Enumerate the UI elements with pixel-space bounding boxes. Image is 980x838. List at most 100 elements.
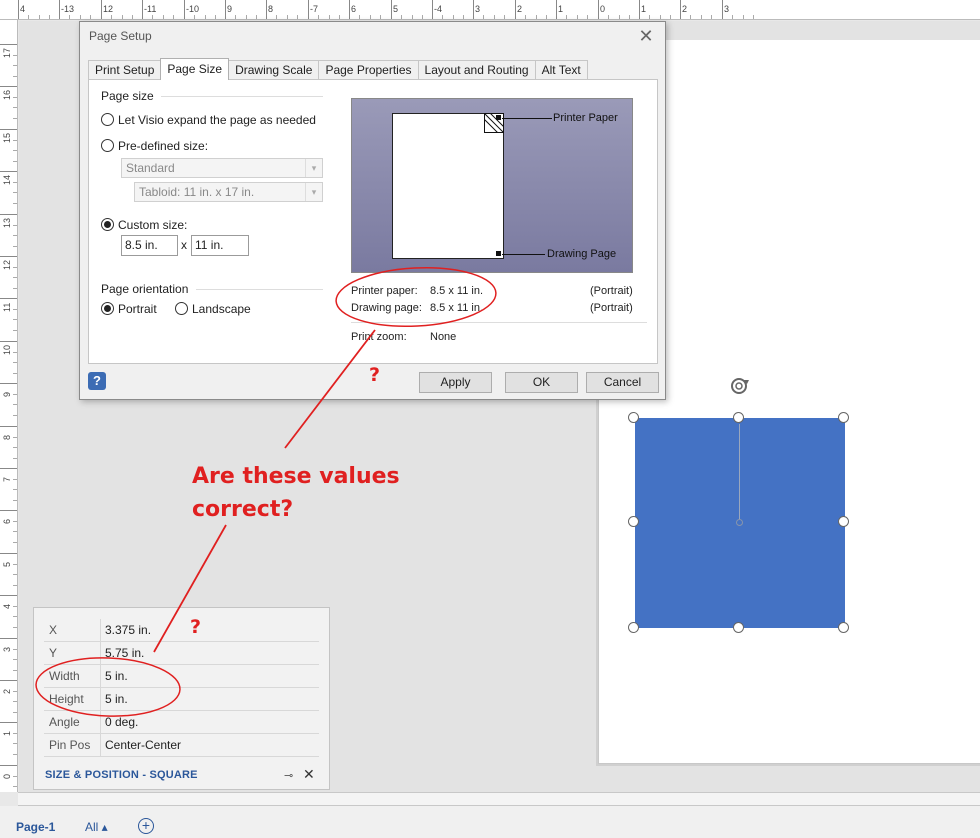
sp-value[interactable]: 5.75 in. [105, 646, 144, 660]
custom-size-separator: x [181, 238, 187, 252]
sp-row-width[interactable]: Width 5 in. [44, 665, 319, 688]
sp-row-angle[interactable]: Angle 0 deg. [44, 711, 319, 734]
add-page-icon[interactable]: + [138, 818, 154, 834]
resize-handle-top-left[interactable] [628, 412, 639, 423]
ruler-minor-tick [13, 140, 17, 141]
tab-layout-and-routing[interactable]: Layout and Routing [417, 60, 536, 80]
ruler-minor-tick [163, 15, 164, 19]
ruler-minor-tick [453, 15, 454, 19]
tab-drawing-scale[interactable]: Drawing Scale [228, 60, 320, 80]
ruler-minor-tick [13, 161, 17, 162]
group-divider [196, 289, 323, 290]
ruler-minor-tick [69, 15, 70, 19]
radio-portrait[interactable] [101, 302, 114, 315]
ruler-minor-tick [380, 15, 381, 19]
resize-handle-bottom[interactable] [733, 622, 744, 633]
paper-corner-icon [484, 113, 504, 133]
predefined-size-label[interactable]: Pre-defined size: [118, 139, 208, 153]
ruler-tick [0, 510, 17, 511]
ruler-minor-tick [13, 500, 17, 501]
ruler-minor-tick [13, 118, 17, 119]
sp-row-y[interactable]: Y 5.75 in. [44, 642, 319, 665]
predefined-size-select[interactable]: Tabloid: 11 in. x 17 in. ▾ [134, 182, 323, 202]
ruler-minor-tick [732, 15, 733, 19]
ruler-minor-tick [152, 15, 153, 19]
all-pages-button[interactable]: All ▴ [85, 820, 108, 834]
ruler-minor-tick [711, 15, 712, 19]
ruler-minor-tick [90, 15, 91, 19]
predefined-type-value: Standard [126, 161, 175, 175]
ruler-minor-tick [13, 489, 17, 490]
ruler-minor-tick [13, 649, 17, 650]
ruler-minor-tick [13, 627, 17, 628]
landscape-label[interactable]: Landscape [192, 302, 251, 316]
tab-print-setup[interactable]: Print Setup [88, 60, 162, 80]
sp-key: Angle [49, 715, 80, 729]
sp-row-x[interactable]: X 3.375 in. [44, 619, 319, 642]
pin-point[interactable] [736, 519, 743, 526]
ruler-minor-tick [13, 458, 17, 459]
ruler-label: -10 [186, 4, 200, 14]
resize-handle-top[interactable] [733, 412, 744, 423]
sp-value[interactable]: Center-Center [105, 738, 181, 752]
ruler-minor-tick [246, 15, 247, 19]
resize-handle-top-right[interactable] [838, 412, 849, 423]
print-zoom-value: None [430, 331, 457, 343]
pin-icon[interactable]: ⊸ [284, 769, 293, 782]
close-icon[interactable]: ✕ [303, 766, 315, 783]
help-button[interactable]: ? [88, 372, 106, 390]
tab-page-properties[interactable]: Page Properties [318, 60, 419, 80]
ruler-tick [0, 595, 17, 596]
tab-page-1[interactable]: Page-1 [16, 820, 55, 834]
ruler-tick [0, 765, 17, 766]
resize-handle-bottom-left[interactable] [628, 622, 639, 633]
cancel-button[interactable]: Cancel [586, 372, 659, 393]
custom-width-input[interactable]: 8.5 in. [121, 235, 178, 256]
ruler-minor-tick [701, 15, 702, 19]
sp-value[interactable]: 0 deg. [105, 715, 138, 729]
resize-handle-left[interactable] [628, 516, 639, 527]
sp-row-height[interactable]: Height 5 in. [44, 688, 319, 711]
rotate-handle-icon[interactable] [728, 374, 752, 398]
ruler-label: 6 [2, 518, 12, 524]
apply-button[interactable]: Apply [419, 372, 492, 393]
dialog-close-icon[interactable]: ✕ [635, 25, 657, 47]
dialog-tabs: Print Setup Page Size Drawing Scale Page… [88, 58, 588, 80]
custom-height-input[interactable]: 11 in. [191, 235, 249, 256]
ruler-minor-tick [13, 277, 17, 278]
radio-predefined-size[interactable] [101, 139, 114, 152]
ok-button[interactable]: OK [505, 372, 578, 393]
ruler-label: 12 [2, 259, 12, 270]
ruler-tick [184, 0, 185, 19]
portrait-label[interactable]: Portrait [118, 302, 157, 316]
expand-page-label[interactable]: Let Visio expand the page as needed [118, 113, 316, 127]
tab-page-size[interactable]: Page Size [160, 58, 230, 80]
sp-value[interactable]: 3.375 in. [105, 623, 151, 637]
custom-size-label[interactable]: Custom size: [118, 218, 187, 232]
radio-expand-page[interactable] [101, 113, 114, 126]
ruler-minor-tick [235, 15, 236, 19]
preview-paper [392, 113, 504, 259]
ruler-label: 12 [103, 4, 114, 14]
ruler-tick [0, 383, 17, 384]
sp-row-pin-pos[interactable]: Pin Pos Center-Center [44, 734, 319, 757]
sp-value[interactable]: 5 in. [105, 669, 128, 683]
radio-custom-size[interactable] [101, 218, 114, 231]
ruler-minor-tick [13, 606, 17, 607]
annotation-question: Are these values correct? [192, 464, 400, 522]
tab-alt-text[interactable]: Alt Text [534, 60, 588, 80]
predefined-type-select[interactable]: Standard ▾ [121, 158, 323, 178]
ruler-tick [101, 0, 102, 19]
ruler-tick [0, 44, 17, 45]
resize-handle-right[interactable] [838, 516, 849, 527]
ruler-minor-tick [13, 691, 17, 692]
resize-handle-bottom-right[interactable] [838, 622, 849, 633]
sp-value[interactable]: 5 in. [105, 692, 128, 706]
ruler-minor-tick [28, 15, 29, 19]
horizontal-scrollbar[interactable] [18, 792, 980, 806]
page-tabs-bar: Page-1 All ▴ + [0, 806, 980, 838]
print-zoom-key: Print zoom: [351, 331, 407, 343]
radio-landscape[interactable] [175, 302, 188, 315]
ruler-tick [0, 214, 17, 215]
ruler-minor-tick [13, 574, 17, 575]
